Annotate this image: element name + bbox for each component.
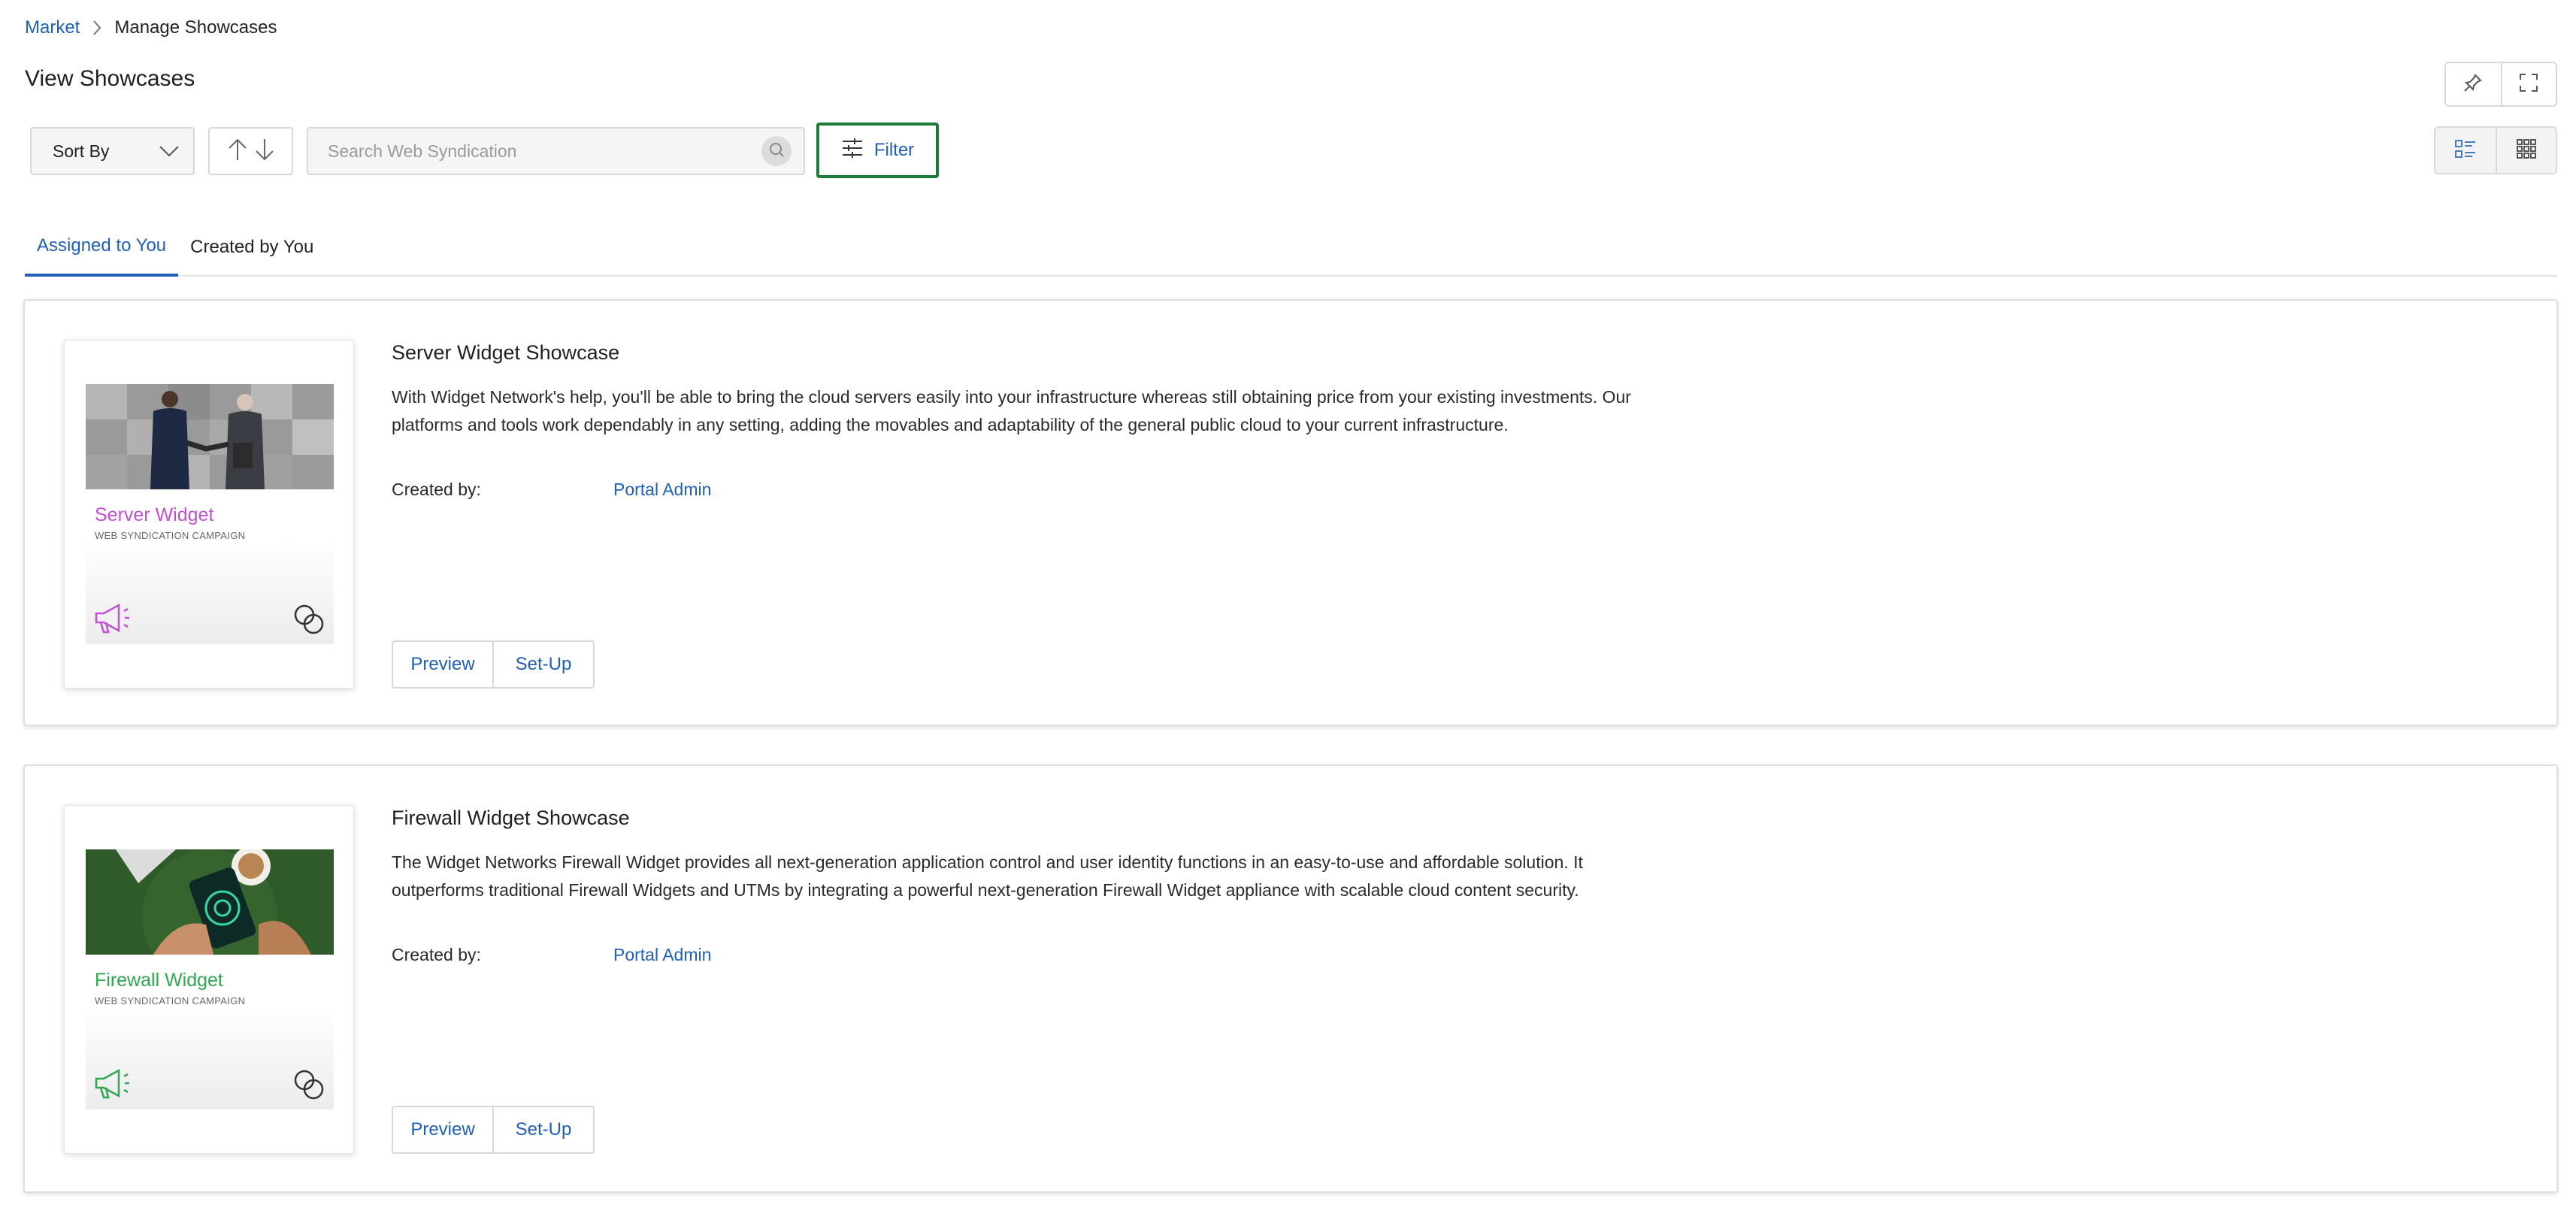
sliders-icon — [841, 137, 864, 165]
thumbnail-subtitle: WEB SYNDICATION CAMPAIGN — [95, 995, 246, 1007]
sort-by-dropdown[interactable]: Sort By — [30, 127, 195, 175]
megaphone-icon — [93, 602, 132, 639]
view-toggle — [2434, 126, 2557, 174]
search-bar — [307, 127, 805, 175]
breadcrumb-current: Manage Showcases — [114, 17, 277, 38]
created-by-link[interactable]: Portal Admin — [613, 945, 711, 965]
showcase-card-server: Server Widget WEB SYNDICATION CAMPAIGN S… — [23, 299, 2558, 726]
chevron-right-icon — [80, 15, 114, 41]
breadcrumb-market-link[interactable]: Market — [25, 17, 80, 38]
filter-button[interactable]: Filter — [816, 123, 939, 178]
pin-button[interactable] — [2446, 63, 2501, 105]
tab-assigned-to-you[interactable]: Assigned to You — [25, 218, 179, 277]
smartphone-photo — [86, 849, 334, 955]
created-by-label: Created by: — [392, 480, 481, 499]
list-view-button[interactable] — [2435, 128, 2496, 173]
megaphone-icon — [93, 1067, 132, 1104]
sort-order-button[interactable] — [208, 127, 293, 175]
list-view-icon — [2454, 138, 2477, 163]
showcase-title: Firewall Widget Showcase — [392, 807, 630, 829]
showcase-thumbnail: Firewall Widget WEB SYNDICATION CAMPAIGN — [86, 849, 334, 1109]
chevron-down-icon — [159, 141, 180, 162]
fullscreen-button[interactable] — [2500, 63, 2556, 105]
created-by-label: Created by: — [392, 945, 481, 964]
search-button[interactable] — [761, 136, 792, 166]
showcase-description: The Widget Networks Firewall Widget prov… — [392, 852, 1583, 900]
showcase-title: Server Widget Showcase — [392, 341, 620, 364]
search-icon — [767, 141, 786, 162]
preview-button[interactable]: Preview — [393, 642, 492, 687]
filter-label: Filter — [873, 140, 915, 160]
showcase-card-firewall: Firewall Widget WEB SYNDICATION CAMPAIGN… — [23, 764, 2558, 1193]
setup-button[interactable]: Set-Up — [492, 1107, 593, 1152]
link-icon — [292, 602, 326, 640]
showcase-actions: Preview Set-Up — [392, 640, 595, 689]
setup-button[interactable]: Set-Up — [492, 642, 593, 687]
page-title: View Showcases — [25, 66, 195, 91]
search-input[interactable] — [328, 141, 761, 162]
created-by-link[interactable]: Portal Admin — [613, 480, 711, 500]
tab-bar: Assigned to You Created by You — [25, 218, 2557, 277]
page-actions — [2444, 62, 2557, 107]
link-icon — [292, 1067, 326, 1106]
showcase-thumbnail-card[interactable]: Server Widget WEB SYNDICATION CAMPAIGN — [64, 340, 354, 689]
arrow-up-icon — [227, 138, 248, 165]
showcase-description: With Widget Network's help, you'll be ab… — [392, 387, 1631, 434]
thumbnail-title: Server Widget — [95, 504, 214, 525]
grid-view-icon — [2516, 138, 2537, 163]
arrow-down-icon — [254, 138, 275, 165]
grid-view-button[interactable] — [2495, 128, 2556, 173]
sort-by-label: Sort By — [53, 141, 110, 161]
preview-button[interactable]: Preview — [393, 1107, 492, 1152]
handshake-photo — [86, 384, 334, 489]
thumbnail-subtitle: WEB SYNDICATION CAMPAIGN — [95, 530, 246, 541]
showcase-thumbnail-card[interactable]: Firewall Widget WEB SYNDICATION CAMPAIGN — [64, 805, 354, 1154]
breadcrumb: Market Manage Showcases — [25, 15, 277, 41]
showcase-thumbnail: Server Widget WEB SYNDICATION CAMPAIGN — [86, 384, 334, 644]
pin-icon — [2462, 72, 2484, 97]
thumbnail-title: Firewall Widget — [95, 970, 223, 991]
fullscreen-icon — [2518, 72, 2539, 97]
tab-created-by-you[interactable]: Created by You — [178, 218, 325, 277]
showcase-actions: Preview Set-Up — [392, 1106, 595, 1154]
